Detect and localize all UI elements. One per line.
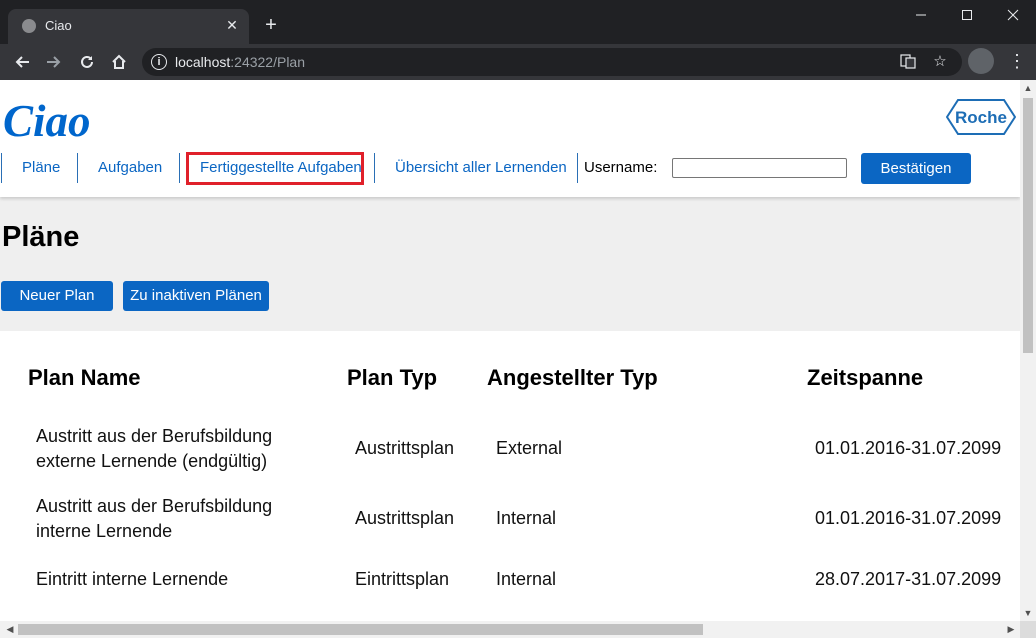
period-cell: 01.01.2016-31.07.2099 [815, 438, 1002, 458]
column-header-plan-name: Plan Name [28, 365, 141, 390]
nav-plaene[interactable]: Pläne [22, 153, 60, 183]
employee-type-cell: External [496, 438, 563, 458]
confirm-button[interactable]: Bestätigen [861, 153, 971, 184]
plan-name-cell: Austritt aus der Berufsbildung externe Le… [36, 426, 273, 471]
home-icon[interactable] [105, 48, 133, 76]
browser-tab[interactable]: Ciao ✕ [8, 9, 249, 44]
translate-icon[interactable] [899, 53, 917, 71]
page-title: Pläne [2, 221, 80, 253]
period-cell: 01.01.2016-31.07.2099 [815, 508, 1002, 528]
nav-divider [374, 153, 375, 183]
vertical-scrollbar[interactable]: ▲ ▼ [1020, 80, 1036, 621]
column-header-zeitspanne: Zeitspanne [807, 365, 924, 390]
menu-icon[interactable]: ⋮ [1004, 48, 1030, 74]
employee-type-cell: Internal [496, 508, 557, 528]
plan-type-cell: Austrittsplan [355, 508, 455, 528]
tab-strip: Ciao ✕ + [0, 0, 1036, 44]
star-icon[interactable]: ☆ [931, 53, 949, 71]
inactive-plans-button[interactable]: Zu inaktiven Plänen [123, 281, 269, 311]
new-tab-icon[interactable]: + [260, 14, 282, 36]
maximize-icon[interactable] [944, 0, 990, 32]
back-icon[interactable] [8, 48, 36, 76]
nav-divider [179, 153, 180, 183]
plan-name-cell: Austritt aus der Berufsbildung interne Le… [36, 496, 273, 541]
scroll-down-icon[interactable]: ▼ [1020, 608, 1036, 618]
scroll-right-icon[interactable]: ▶ [1003, 624, 1019, 635]
horizontal-scrollbar[interactable]: ◀ ▶ [0, 621, 1020, 638]
plan-type-cell: Eintrittsplan [355, 569, 450, 589]
nav-divider [1, 153, 2, 183]
employee-type-cell: Internal [496, 569, 557, 589]
highlight-box [186, 152, 364, 185]
site-header: Ciao Roche Pläne Aufgaben Fertiggestellt… [0, 80, 1020, 197]
nav-aufgaben[interactable]: Aufgaben [98, 153, 162, 183]
username-label: Username: [584, 159, 658, 176]
browser-toolbar: i localhost:24322/Plan ☆ [0, 44, 1036, 80]
close-icon[interactable]: ✕ [221, 14, 243, 36]
minimize-icon[interactable] [898, 0, 944, 32]
plan-name-cell: Eintritt interne Lernende [36, 569, 229, 589]
new-plan-button[interactable]: Neuer Plan [1, 281, 113, 311]
profile-icon[interactable] [968, 48, 994, 74]
roche-logo-text: Roche [955, 108, 1007, 127]
info-icon[interactable]: i [151, 54, 167, 70]
scroll-up-icon[interactable]: ▲ [1020, 83, 1036, 93]
column-header-angestellter-typ: Angestellter Typ [487, 365, 658, 390]
web-page: Ciao Roche Pläne Aufgaben Fertiggestellt… [0, 80, 1020, 621]
tab-title: Ciao [45, 18, 72, 33]
page-header-area: Pläne Neuer Plan Zu inaktiven Plänen [0, 197, 1020, 331]
address-bar[interactable]: i localhost:24322/Plan ☆ [142, 48, 962, 76]
ciao-logo[interactable]: Ciao [3, 95, 91, 147]
period-cell: 28.07.2017-31.07.2099 [815, 569, 1002, 589]
nav-divider [77, 153, 78, 183]
vertical-scroll-thumb[interactable] [1023, 98, 1033, 353]
nav-uebersicht-lernende[interactable]: Übersicht aller Lernenden [395, 153, 567, 183]
scroll-corner [1020, 621, 1036, 638]
forward-icon[interactable] [40, 48, 68, 76]
nav-divider [577, 153, 578, 183]
username-input[interactable] [672, 158, 847, 178]
url[interactable]: localhost:24322/Plan [175, 54, 305, 70]
reload-icon[interactable] [73, 48, 101, 76]
scroll-left-icon[interactable]: ◀ [2, 624, 18, 635]
horizontal-scroll-thumb[interactable] [18, 624, 703, 635]
globe-icon [22, 19, 36, 33]
plan-type-cell: Austrittsplan [355, 438, 455, 458]
column-header-plan-typ: Plan Typ [347, 365, 438, 390]
roche-logo[interactable]: Roche [945, 99, 1017, 135]
window-close-icon[interactable] [990, 0, 1036, 32]
